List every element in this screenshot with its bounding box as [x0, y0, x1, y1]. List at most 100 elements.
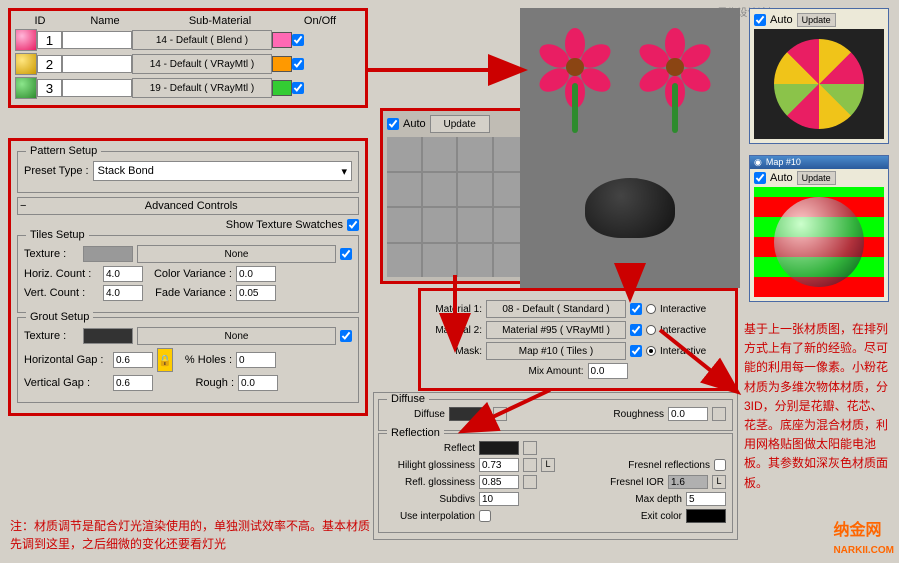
refl-gloss-input[interactable]: [479, 475, 519, 489]
material2-btn[interactable]: Material #95 ( VRayMtl ): [486, 321, 626, 339]
pattern-setup-group: Pattern Setup Preset Type : Stack Bond▾: [17, 151, 359, 193]
subdivs-input[interactable]: [479, 492, 519, 506]
color-variance-input[interactable]: [236, 266, 276, 282]
mat-row-3: 19 - Default ( VRayMtl ): [15, 77, 361, 99]
depth-input[interactable]: [686, 492, 726, 506]
onoff-check-2[interactable]: [292, 58, 304, 70]
diffuse-map-btn[interactable]: [493, 407, 507, 421]
vert-count-label: Vert. Count :: [24, 287, 99, 299]
mix-amount-input[interactable]: [588, 363, 628, 379]
grout-texture-check[interactable]: [340, 330, 352, 342]
sphere1-update-btn[interactable]: Update: [797, 13, 836, 27]
onoff-check-1[interactable]: [292, 34, 304, 46]
use-interp-check[interactable]: [479, 510, 491, 522]
submaterial-btn-2[interactable]: 14 - Default ( VRayMtl ): [132, 54, 272, 74]
reflect-color-well[interactable]: [479, 441, 519, 455]
fresnel-label: Fresnel reflections: [559, 460, 710, 471]
horiz-count-input[interactable]: [103, 266, 143, 282]
chevron-down-icon: ▾: [341, 165, 347, 178]
ior-label: Fresnel IOR: [541, 477, 664, 488]
color-chip-2[interactable]: [272, 56, 292, 72]
color-chip-1[interactable]: [272, 32, 292, 48]
rough-input[interactable]: [238, 375, 278, 391]
material1-check[interactable]: [630, 303, 642, 315]
reflect-map-btn[interactable]: [523, 441, 537, 455]
flower-2: [640, 28, 710, 98]
id-input-2[interactable]: [37, 55, 62, 73]
hilight-map-btn[interactable]: [523, 458, 537, 472]
holes-label: % Holes :: [177, 354, 232, 366]
material1-btn[interactable]: 08 - Default ( Standard ): [486, 300, 626, 318]
hilight-input[interactable]: [479, 458, 519, 472]
grout-texture-none-btn[interactable]: None: [137, 327, 336, 345]
submaterial-btn-3[interactable]: 19 - Default ( VRayMtl ): [132, 78, 272, 98]
ior-lock-btn[interactable]: L: [712, 475, 726, 489]
note-text: 注：材质调节是配合灯光渲染使用的，单独测试效率不高。基本材质先调到这里，之后细微…: [10, 517, 370, 553]
show-swatches-check[interactable]: [347, 219, 359, 231]
vert-gap-input[interactable]: [113, 375, 153, 391]
swatch-pink[interactable]: [15, 29, 37, 51]
sphere-preview-2: ◉Map #10 Auto Update: [749, 155, 889, 302]
lock-icon[interactable]: 🔒: [157, 348, 173, 372]
name-input-3[interactable]: [62, 79, 132, 97]
id-input-1[interactable]: [37, 31, 62, 49]
holes-input[interactable]: [236, 352, 276, 368]
vert-gap-label: Vertical Gap :: [24, 377, 109, 389]
color-variance-label: Color Variance :: [147, 268, 232, 280]
vert-count-input[interactable]: [103, 285, 143, 301]
submaterial-btn-1[interactable]: 14 - Default ( Blend ): [132, 30, 272, 50]
onoff-check-3[interactable]: [292, 82, 304, 94]
update-btn[interactable]: Update: [430, 115, 490, 133]
mask-btn[interactable]: Map #10 ( Tiles ): [486, 342, 626, 360]
hilight-label: Hilight glossiness: [385, 460, 475, 471]
tiles-texture-none-btn[interactable]: None: [137, 245, 336, 263]
grout-texture-swatch[interactable]: [83, 328, 133, 344]
pattern-panel: Pattern Setup Preset Type : Stack Bond▾ …: [8, 138, 368, 416]
material1-label: Material 1:: [427, 304, 482, 315]
horiz-count-label: Horiz. Count :: [24, 268, 99, 280]
interactive-label-3: Interactive: [660, 346, 706, 357]
horiz-gap-input[interactable]: [113, 352, 153, 368]
info-text: 基于上一张材质图，在排列方式上有了新的经验。尽可能的利用每一像素。小粉花材质为多…: [744, 320, 889, 493]
3d-viewport: [520, 8, 740, 288]
color-chip-3[interactable]: [272, 80, 292, 96]
name-input-2[interactable]: [62, 55, 132, 73]
auto-check[interactable]: [387, 118, 399, 130]
subdivs-label: Subdivs: [385, 494, 475, 505]
material2-check[interactable]: [630, 324, 642, 336]
hilight-lock-btn[interactable]: L: [541, 458, 555, 472]
preset-type-dropdown[interactable]: Stack Bond▾: [93, 161, 352, 181]
swatch-green[interactable]: [15, 77, 37, 99]
tile-preview-panel: Auto Update: [380, 108, 530, 284]
name-input-1[interactable]: [62, 31, 132, 49]
mask-check[interactable]: [630, 345, 642, 357]
sphere2-auto-check[interactable]: [754, 172, 766, 184]
roughness-map-btn[interactable]: [712, 407, 726, 421]
grout-setup-title: Grout Setup: [26, 311, 93, 323]
auto-label: Auto: [403, 118, 426, 130]
material2-radio[interactable]: [646, 325, 656, 335]
mix-amount-label: Mix Amount:: [528, 366, 583, 377]
tiles-texture-swatch[interactable]: [83, 246, 133, 262]
refl-gloss-map-btn[interactable]: [523, 475, 537, 489]
id-input-3[interactable]: [37, 79, 62, 97]
use-interp-label: Use interpolation: [385, 511, 475, 522]
tiles-texture-label: Texture :: [24, 248, 79, 260]
roughness-input[interactable]: [668, 407, 708, 421]
advanced-controls-bar[interactable]: −Advanced Controls: [17, 197, 359, 215]
mask-label: Mask:: [427, 346, 482, 357]
swatch-yellow[interactable]: [15, 53, 37, 75]
exit-color-well[interactable]: [686, 509, 726, 523]
ior-input[interactable]: [668, 475, 708, 489]
sphere2-update-btn[interactable]: Update: [797, 171, 836, 185]
mask-radio[interactable]: [646, 346, 656, 356]
sphere1-auto-check[interactable]: [754, 14, 766, 26]
diffuse-color-well[interactable]: [449, 407, 489, 421]
fresnel-check[interactable]: [714, 459, 726, 471]
material1-radio[interactable]: [646, 304, 656, 314]
glass-sphere-icon: [774, 197, 864, 287]
pattern-setup-title: Pattern Setup: [26, 145, 101, 157]
tiles-texture-check[interactable]: [340, 248, 352, 260]
dome-mesh: [585, 178, 675, 238]
fade-variance-input[interactable]: [236, 285, 276, 301]
